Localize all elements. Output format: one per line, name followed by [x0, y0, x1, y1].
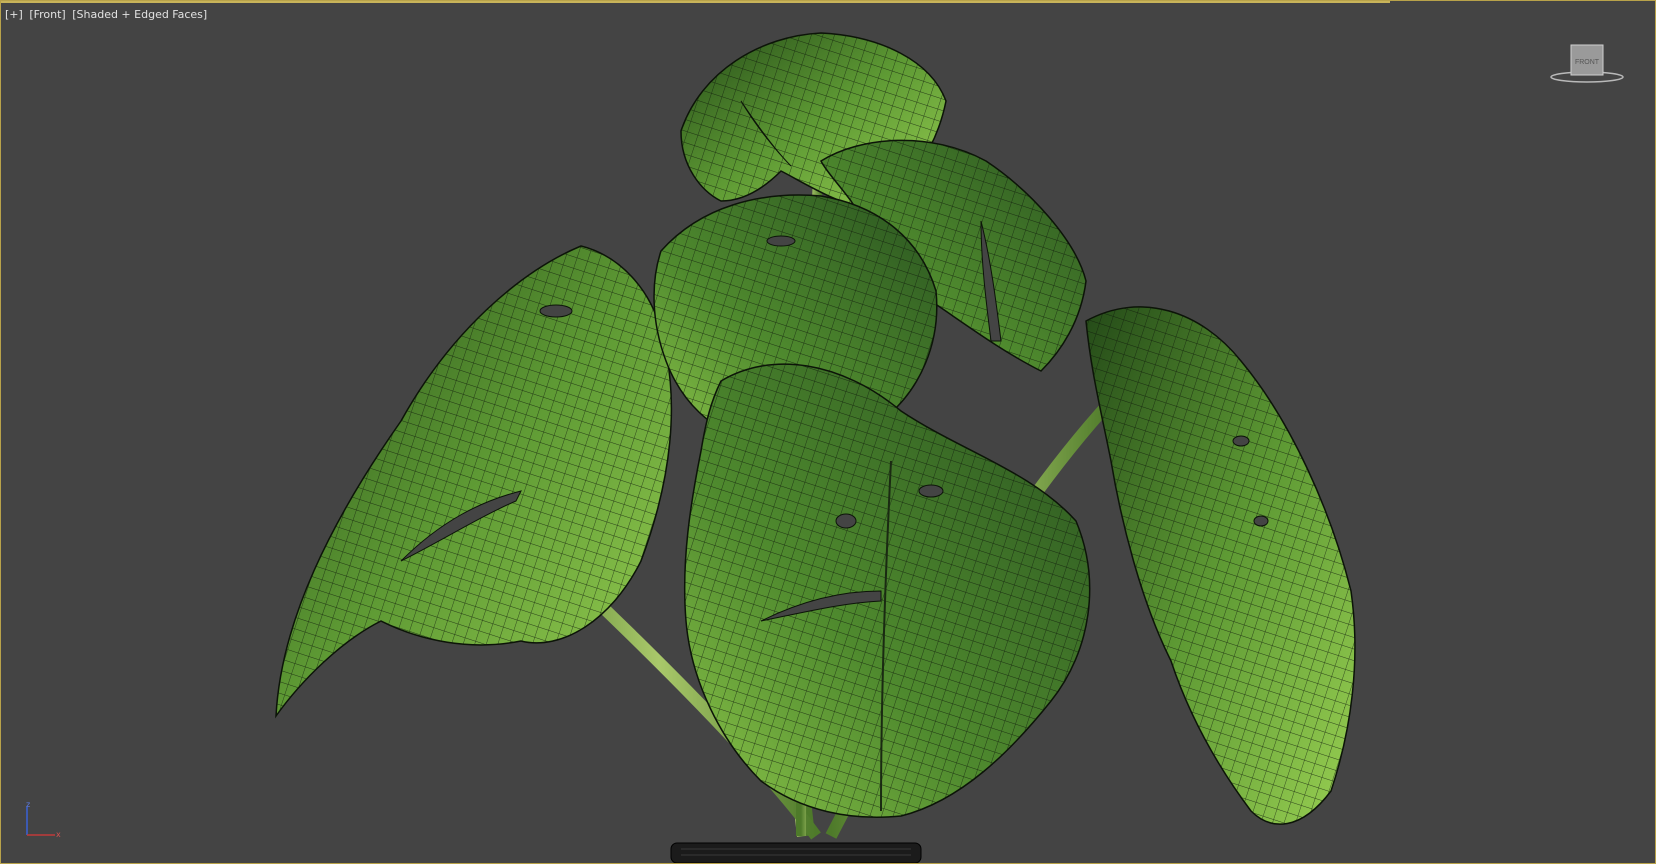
plant-model	[275, 32, 1356, 863]
leaf-front	[683, 363, 1091, 818]
axis-x-label: x	[56, 830, 61, 839]
leaf-right	[1085, 306, 1356, 825]
viewport-front[interactable]: [+] [Front] [Shaded + Edged Faces] FRONT…	[0, 0, 1656, 864]
viewcube-face-label: FRONT	[1575, 59, 1600, 66]
pot-rim	[670, 842, 922, 863]
axis-gizmo-icon: z x	[26, 801, 61, 839]
axis-z-label: z	[26, 801, 30, 809]
leaf-left	[275, 245, 673, 719]
viewcube-icon[interactable]: FRONT	[1547, 41, 1627, 89]
